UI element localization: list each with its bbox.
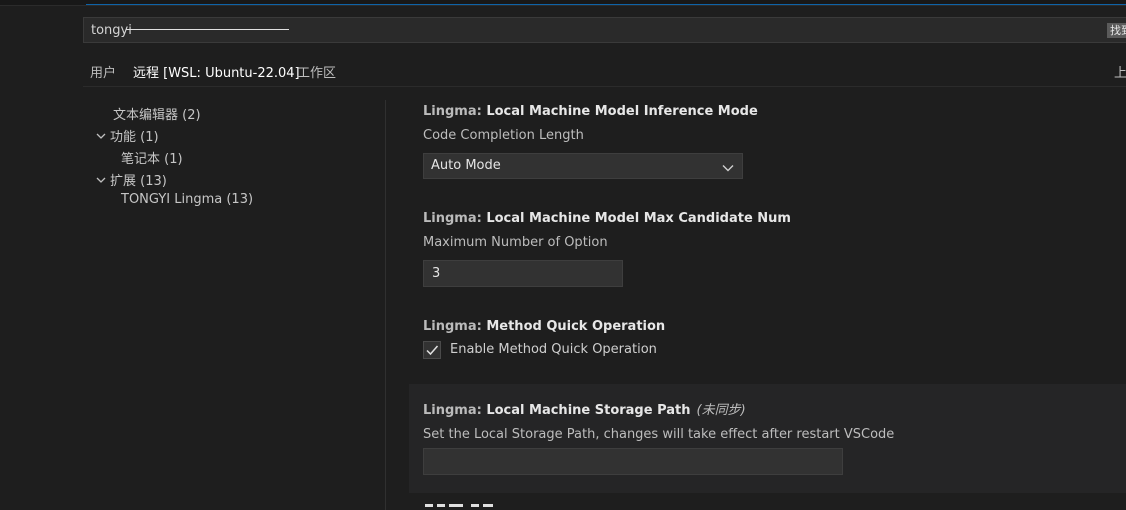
search-value[interactable]: tongyi <box>91 23 132 38</box>
active-tab-underline <box>126 29 289 30</box>
toc-label: TONGYI Lingma <box>121 192 223 207</box>
setting-category: Lingma: <box>423 403 487 418</box>
toc-item-extensions[interactable]: 扩展 (13) <box>96 170 167 189</box>
setting-inference-mode: Lingma: Local Machine Model Inference Mo… <box>423 104 1126 143</box>
setting-title: Lingma: Local Machine Model Max Candidat… <box>423 211 1126 226</box>
setting-title: Lingma: Local Machine Storage Path (未同步) <box>423 399 1126 418</box>
sync-status: (未同步) <box>696 403 746 418</box>
setting-category: Lingma: <box>423 104 487 119</box>
toc-item-tongyi-lingma[interactable]: TONGYI Lingma (13) <box>121 192 253 207</box>
setting-quick-operation: Lingma: Method Quick Operation <box>423 319 1126 334</box>
window-top-bar <box>0 0 1126 6</box>
tab-workspace[interactable]: 工作区 <box>297 62 336 81</box>
toc-item-notebook[interactable]: 笔记本 (1) <box>121 148 183 167</box>
setting-name: Method Quick Operation <box>486 319 666 334</box>
select-value: Auto Mode <box>431 158 501 173</box>
toc-count: (2) <box>182 108 201 123</box>
setting-description: Set the Local Storage Path, changes will… <box>423 427 895 442</box>
setting-name: Local Machine Storage Path <box>486 403 691 418</box>
toc-label: 扩展 <box>110 174 137 189</box>
setting-title: Lingma: Local Machine Model Inference Mo… <box>423 104 1126 119</box>
setting-description: Maximum Number of Option <box>423 235 608 250</box>
next-setting-title-partial <box>423 504 513 510</box>
chevron-down-icon <box>96 131 110 144</box>
tab-right-truncated[interactable]: 上 <box>1114 62 1126 81</box>
toc-count: (1) <box>164 152 183 167</box>
inference-mode-select[interactable]: Auto Mode <box>423 153 743 179</box>
setting-title: Lingma: Method Quick Operation <box>423 319 1126 334</box>
toc-divider <box>385 100 386 510</box>
toc-label: 笔记本 <box>121 152 161 167</box>
toc-count: (13) <box>226 192 254 207</box>
tab-remote[interactable]: 远程 [WSL: Ubuntu-22.04] <box>133 62 300 81</box>
chevron-down-icon <box>96 175 110 188</box>
toc-label: 功能 <box>110 130 137 145</box>
setting-storage-path: Lingma: Local Machine Storage Path (未同步) … <box>423 399 1126 442</box>
toc-item-features[interactable]: 功能 (1) <box>96 126 159 145</box>
setting-description: Code Completion Length <box>423 128 584 143</box>
tab-user[interactable]: 用户 <box>90 62 116 81</box>
checkbox-label[interactable]: Enable Method Quick Operation <box>450 342 657 357</box>
setting-category: Lingma: <box>423 211 487 226</box>
max-candidate-input[interactable]: 3 <box>423 260 623 287</box>
toc-count: (1) <box>140 130 159 145</box>
quick-operation-checkbox[interactable] <box>423 341 441 359</box>
storage-path-input[interactable] <box>423 448 843 475</box>
settings-scope-tabs: 用户 远程 [WSL: Ubuntu-22.04] 工作区 上 <box>83 56 1126 87</box>
toc-item-text-editor[interactable]: 文本编辑器 (2) <box>113 104 201 123</box>
checkmark-icon <box>426 345 439 356</box>
input-value: 3 <box>432 266 441 281</box>
search-result-badge: 找到 <box>1107 23 1126 38</box>
toc-count: (13) <box>140 174 167 189</box>
setting-category: Lingma: <box>423 319 487 334</box>
settings-search-input[interactable]: tongyi 找到 <box>83 17 1126 43</box>
setting-name: Local Machine Model Inference Mode <box>486 104 758 119</box>
setting-max-candidate: Lingma: Local Machine Model Max Candidat… <box>423 211 1126 250</box>
focus-indicator-line <box>86 4 1126 5</box>
setting-name: Local Machine Model Max Candidate Num <box>486 211 791 226</box>
chevron-down-icon <box>722 162 734 177</box>
toc-label: 文本编辑器 <box>113 108 179 123</box>
